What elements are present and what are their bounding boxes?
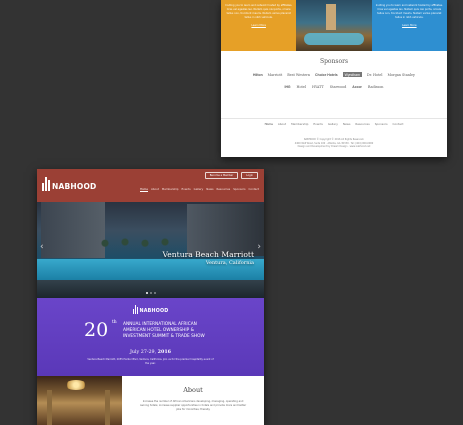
footer-nav-gallery[interactable]: Gallery (328, 122, 338, 126)
chevron-right-icon[interactable]: › (257, 242, 261, 252)
sponsor-logo[interactable]: HYATT (312, 85, 324, 89)
event-logo: NABHOOD (37, 305, 264, 314)
event-anniversary-number: 20 (84, 319, 109, 341)
feature-tile-photo (296, 0, 372, 51)
main-nav: Home About Membership Events Gallery New… (140, 187, 259, 192)
about-section: About Increase the number of African Ame… (37, 376, 264, 425)
hero-building-image (187, 204, 264, 256)
hero-subtitle: Ventura, California (205, 260, 254, 266)
feature-tile-left: Inviting you to learn and network hosted… (221, 0, 297, 51)
footer-divider (221, 118, 447, 119)
event-anniversary-suffix: th (112, 320, 117, 325)
event-logo-text: NABHOOD (139, 309, 169, 314)
event-title: ANNUAL INTERNATIONAL AFRICAN AMERICAN HO… (123, 322, 233, 341)
sponsor-logo[interactable]: Hotel (297, 85, 306, 89)
skyline-icon (132, 305, 139, 314)
hotel-tower-image (326, 4, 337, 30)
login-button[interactable]: Login (241, 172, 258, 180)
slider-dots (37, 292, 264, 294)
event-description: Ventura Beach Marriott, 2055 Harbor Blvd… (87, 358, 214, 365)
learn-more-link[interactable]: Learn More (376, 24, 443, 27)
footer-nav: Home About Membership Events Gallery New… (221, 122, 447, 126)
page-mockup-home: NABHOOD Become a Member Login Home About… (37, 169, 264, 425)
logo-text: NABHOOD (52, 182, 97, 191)
sponsor-logo[interactable]: Accor (352, 85, 362, 89)
site-logo[interactable]: NABHOOD (42, 177, 96, 191)
about-content: About Increase the number of African Ame… (122, 376, 264, 425)
sponsor-logo[interactable]: Marriott (268, 73, 283, 77)
nav-gallery[interactable]: Gallery (194, 187, 204, 192)
event-date-year: 2016 (157, 349, 172, 355)
event-title-line: INVESTMENT SUMMIT & TRADE SHOW (123, 334, 205, 340)
event-date-days: July 27-29, (129, 350, 158, 355)
nav-resources[interactable]: Resources (216, 187, 230, 192)
skyline-icon (42, 177, 51, 191)
site-header: NABHOOD Become a Member Login Home About… (37, 169, 264, 202)
sponsor-logo[interactable]: Dr. Hotel (367, 73, 383, 77)
event-date: July 27-29, 2016 (37, 349, 264, 355)
credit-line: Design and Development by Dream Design ·… (297, 145, 371, 149)
tile-text: Inviting you to learn and network hosted… (375, 4, 443, 19)
sponsor-logo[interactable]: Hilton (253, 73, 263, 77)
footer-nav-contact[interactable]: Contact (393, 122, 404, 126)
learn-more-link[interactable]: Learn More (225, 24, 292, 27)
footer-nav-news[interactable]: News (343, 122, 351, 126)
pillar-image (47, 390, 52, 425)
nav-news[interactable]: News (206, 187, 213, 192)
chandelier-image (65, 380, 87, 390)
feature-tile-right: Inviting you to learn and network hosted… (371, 0, 447, 51)
sponsor-logo[interactable]: Choice Hotels (315, 73, 338, 77)
about-lobby-image (37, 376, 122, 425)
about-text: Increase the number of African Americans… (139, 400, 247, 411)
nav-sponsors[interactable]: Sponsors (233, 187, 245, 192)
sponsors-heading: Sponsors (319, 58, 349, 65)
nav-contact[interactable]: Contact (249, 187, 259, 192)
hero-deck-image (37, 280, 264, 298)
footer-nav-sponsors[interactable]: Sponsors (375, 122, 388, 126)
slider-dot[interactable] (145, 292, 148, 294)
nav-events[interactable]: Events (182, 187, 191, 192)
sponsor-logo[interactable]: Morgan Stanley (387, 73, 414, 77)
footer-nav-events[interactable]: Events (313, 122, 322, 126)
sponsor-logo[interactable]: Radisson (368, 85, 384, 89)
nav-membership[interactable]: Membership (162, 187, 179, 192)
sponsor-logos-row-1: Hilton Marriott Best Western Choice Hote… (221, 72, 447, 77)
footer-nav-resources[interactable]: Resources (355, 122, 369, 126)
slider-dot[interactable] (149, 292, 152, 294)
sponsor-logo[interactable]: IHG (285, 85, 291, 89)
pool-image (304, 33, 364, 45)
page-mockup-footer: Inviting you to learn and network hosted… (221, 0, 447, 157)
hero-trees-image (97, 236, 177, 248)
footer-nav-home[interactable]: Home (265, 122, 273, 126)
sponsor-logo[interactable]: Wyndham (342, 72, 362, 77)
sponsor-logo[interactable]: Starwood (330, 85, 346, 89)
about-heading: About (183, 386, 203, 394)
nav-about[interactable]: About (151, 187, 159, 192)
chevron-left-icon[interactable]: ‹ (40, 242, 44, 252)
footer-copyright: NABHOOD © Copyright © 2016 All Rights Re… (221, 138, 447, 149)
slider-dot[interactable] (153, 292, 156, 294)
feature-tiles: Inviting you to learn and network hosted… (221, 0, 447, 51)
footer-nav-about[interactable]: About (278, 122, 286, 126)
nav-home[interactable]: Home (140, 187, 148, 192)
hero-slider: ‹ › Ventura Beach Marriott Ventura, Cali… (37, 202, 264, 298)
hero-title: Ventura Beach Marriott (162, 250, 254, 259)
become-member-button[interactable]: Become a Member (204, 172, 239, 180)
sponsor-logo[interactable]: Best Western (287, 73, 310, 77)
footer-nav-membership[interactable]: Membership (291, 122, 308, 126)
hero-building-image (41, 202, 105, 258)
pillar-image (105, 390, 110, 425)
header-actions: Become a Member Login (204, 172, 258, 180)
sponsor-logos-row-2: IHG Hotel HYATT Starwood Accor Radisson (221, 85, 447, 89)
event-banner: NABHOOD 20 th ANNUAL INTERNATIONAL AFRIC… (37, 298, 264, 376)
tile-text: Inviting you to learn and network hosted… (225, 4, 293, 19)
